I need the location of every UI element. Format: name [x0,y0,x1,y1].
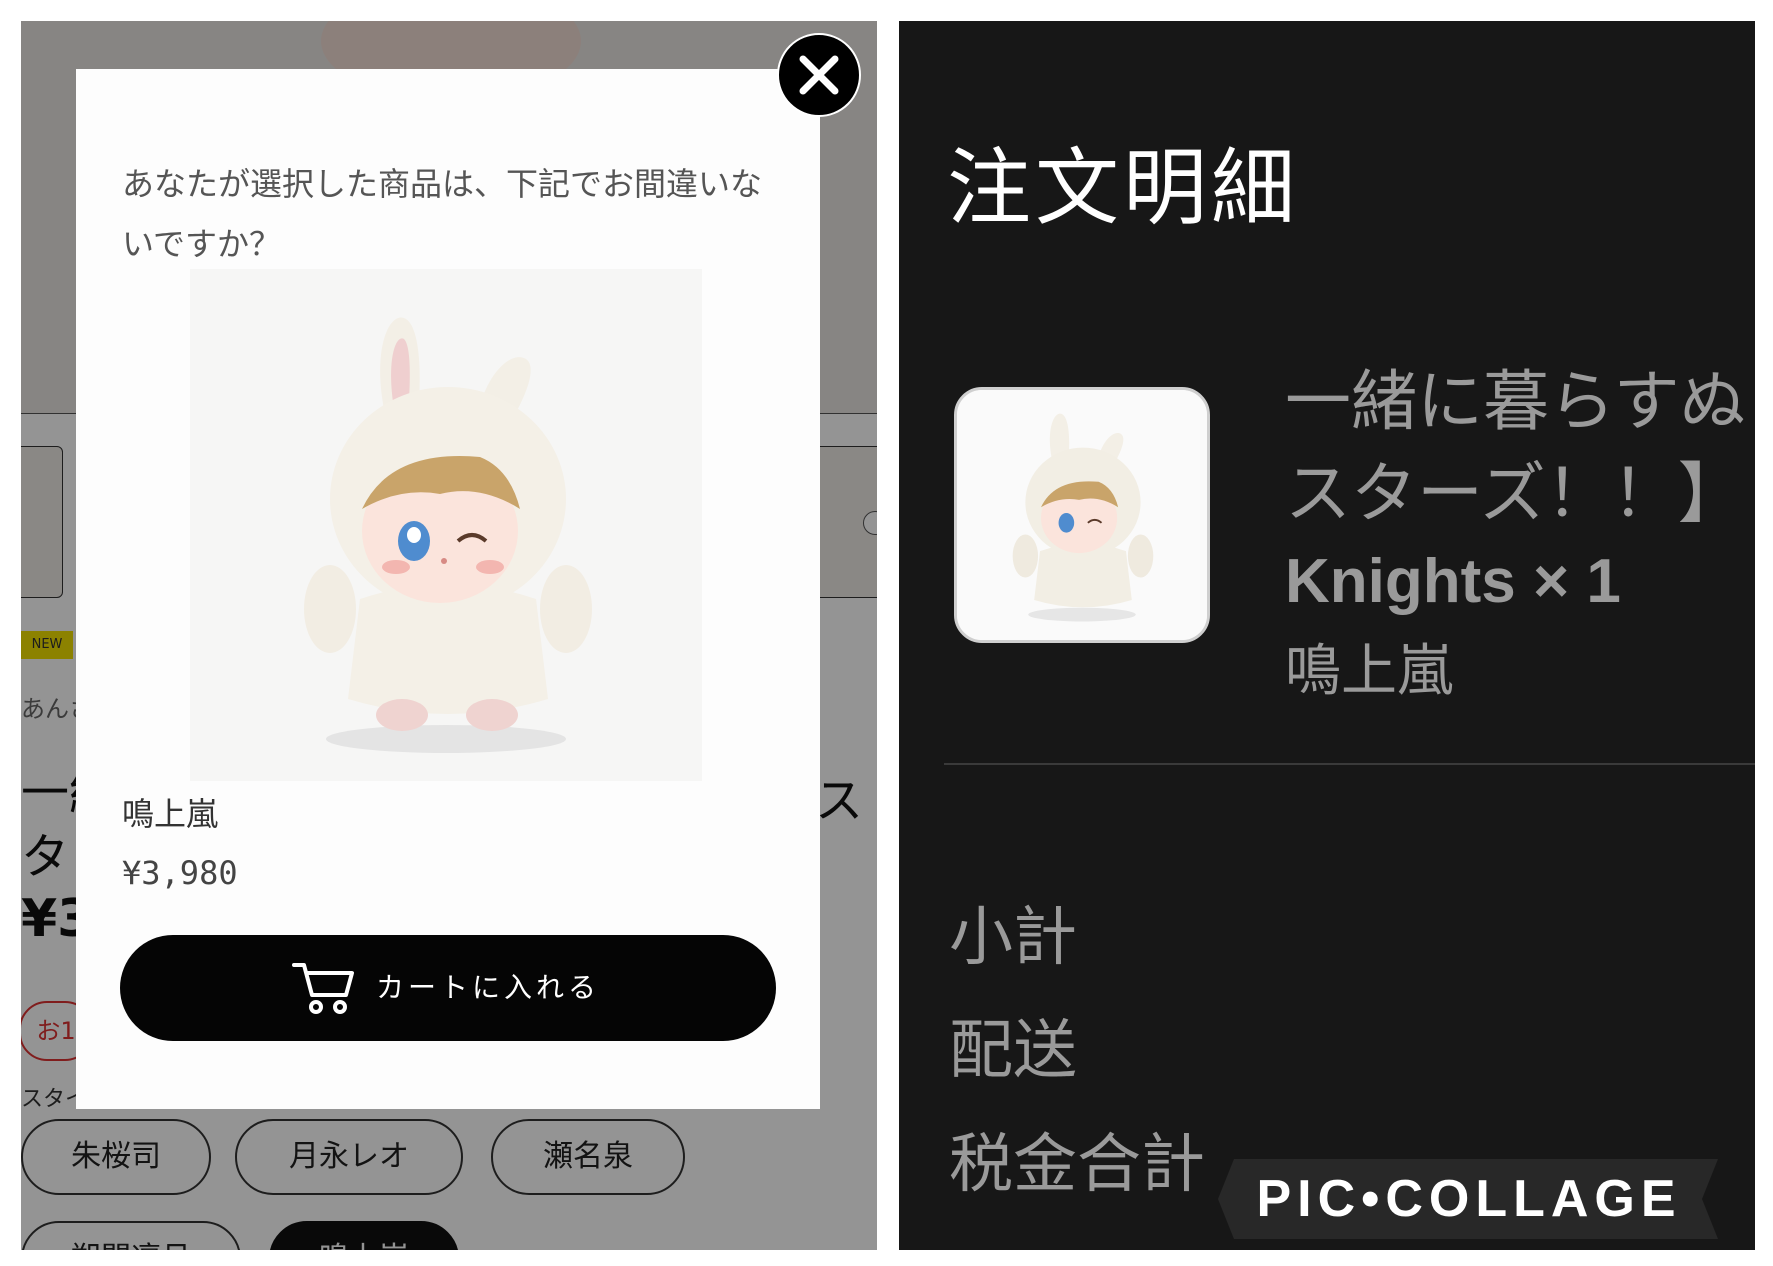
subtotal-label: 小計 [949,901,1077,975]
order-item-thumbnail [954,387,1210,643]
product-page-panel: NEW あんさ 一緒 タ・ ス ¥3 お1 スタイ 朱桜司 月永レオ 瀬名泉 朔… [21,21,877,1250]
modal-product-name: 鳴上嵐 [122,795,219,833]
cart-icon [292,961,356,1017]
confirm-modal: あなたが選択した商品は、下記でお間違いないですか？ 鳴上嵐 ¥3,980 カート… [76,69,820,1109]
close-modal-button[interactable] [777,33,861,117]
order-details-title: 注文明細 [947,139,1300,237]
product-photo [190,269,702,781]
order-item-variant: Knights × 1 [1285,547,1621,616]
modal-product-price: ¥3,980 [122,854,238,892]
add-to-cart-button[interactable]: カートに入れる [120,935,776,1041]
pic-collage-watermark: PIC•COLLAGE [1204,1151,1734,1247]
tax-total-label: 税金合計 [949,1128,1205,1202]
confirm-question: あなたが選択した商品は、下記でお間違いないですか？ [122,165,763,263]
order-item-option: 鳴上嵐 [1285,639,1453,704]
order-item-title: 一緒に暮らすぬ スターズ！！】 [1285,363,1746,532]
add-to-cart-label: カートに入れる [376,971,601,1004]
divider [944,763,1755,765]
close-icon [799,55,839,95]
order-details-panel: 注文明細 一緒に暮らすぬ スターズ！！】 Knights × 1 鳴上嵐 小計 … [899,21,1755,1250]
shipping-label: 配送 [949,1014,1077,1088]
